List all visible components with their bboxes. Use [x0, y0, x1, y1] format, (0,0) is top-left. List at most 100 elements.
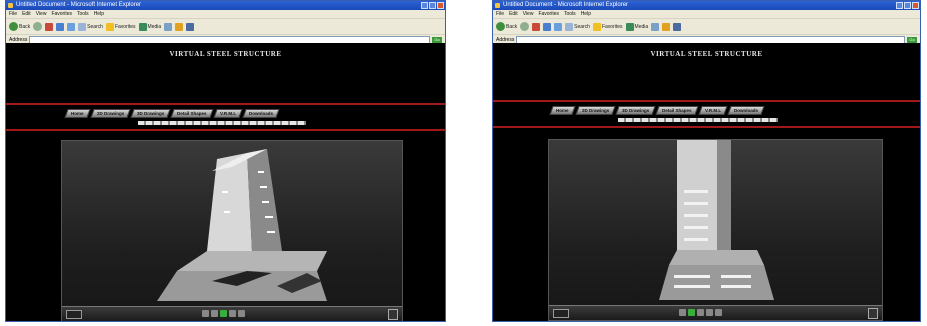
tilt-icon[interactable]	[229, 310, 236, 317]
viewer-controls	[549, 305, 882, 320]
print-icon[interactable]	[186, 22, 195, 31]
viewer-controls	[62, 306, 402, 321]
home-icon[interactable]	[67, 22, 76, 31]
back-button[interactable]: Back	[9, 22, 30, 31]
tab-3d-drawings[interactable]: 3D Drawings	[615, 106, 656, 115]
tab-home[interactable]: Home	[64, 109, 91, 118]
menu-view[interactable]: View	[523, 10, 534, 18]
favorites-icon	[105, 22, 114, 31]
menu-tools[interactable]: Tools	[77, 10, 89, 18]
vrml-viewer[interactable]	[61, 140, 403, 321]
tower-model[interactable]	[549, 140, 882, 306]
go-button[interactable]: Go	[432, 36, 442, 43]
vrml-viewer[interactable]	[548, 139, 883, 321]
menu-help[interactable]: Help	[581, 10, 591, 18]
rotate-icon[interactable]	[238, 310, 245, 317]
search-button[interactable]: Search	[565, 22, 590, 31]
tower-face-right	[717, 140, 731, 250]
tab-vrml[interactable]: V.R.M.L	[212, 109, 243, 118]
maximize-button[interactable]	[904, 2, 911, 9]
pan-icon[interactable]	[211, 310, 218, 317]
favorites-button[interactable]: Favorites	[105, 22, 136, 31]
media-icon	[625, 22, 634, 31]
browser-window-left: Untitled Document - Microsoft Internet E…	[5, 0, 446, 322]
pan-icon[interactable]	[697, 309, 704, 316]
stop-icon[interactable]	[45, 22, 54, 31]
favorites-icon	[592, 22, 601, 31]
tab-2d-drawings[interactable]: 2D Drawings	[574, 106, 616, 115]
red-divider-bottom	[6, 129, 445, 131]
walk-icon[interactable]	[679, 309, 686, 316]
menu-bar: File Edit View Favorites Tools Help	[6, 10, 445, 18]
menu-bar: File Edit View Favorites Tools Help	[493, 10, 920, 18]
toolbar: Back Search Favorites Media	[6, 18, 445, 34]
fullscreen-button[interactable]	[868, 308, 878, 319]
mail-icon[interactable]	[175, 22, 184, 31]
maximize-button[interactable]	[429, 2, 436, 9]
forward-icon[interactable]	[520, 22, 530, 31]
forward-icon[interactable]	[33, 22, 43, 31]
menu-view[interactable]: View	[36, 10, 47, 18]
home-icon[interactable]	[554, 22, 563, 31]
rotate-icon[interactable]	[715, 309, 722, 316]
search-icon	[78, 22, 87, 31]
minimize-button[interactable]	[896, 2, 903, 9]
play-icon[interactable]	[220, 310, 227, 317]
tab-3d-drawings[interactable]: 3D Drawings	[130, 109, 171, 118]
tower-face-left	[207, 153, 252, 251]
search-button[interactable]: Search	[78, 22, 103, 31]
menu-edit[interactable]: Edit	[509, 10, 518, 18]
toolbar: Back Search Favorites Media	[493, 18, 920, 34]
title-bar: Untitled Document - Microsoft Internet E…	[6, 1, 445, 10]
window-title: Untitled Document - Microsoft Internet E…	[16, 2, 142, 8]
tower-model[interactable]	[62, 141, 402, 307]
menu-tools[interactable]: Tools	[564, 10, 576, 18]
back-button[interactable]: Back	[496, 22, 517, 31]
site-title: VIRTUAL STEEL STRUCTURE	[169, 50, 282, 58]
minimize-button[interactable]	[421, 2, 428, 9]
address-label: Address	[9, 36, 28, 43]
print-icon[interactable]	[673, 22, 682, 31]
viewpoint-button[interactable]	[66, 310, 82, 319]
media-button[interactable]: Media	[138, 22, 161, 31]
window-title: Untitled Document - Microsoft Internet E…	[503, 2, 629, 8]
menu-file[interactable]: File	[496, 10, 504, 18]
tab-detail-shapes[interactable]: Detail Shapes	[170, 109, 214, 118]
nav-buttons	[679, 309, 722, 316]
history-icon[interactable]	[164, 22, 173, 31]
ie-icon	[495, 3, 500, 8]
viewpoint-button[interactable]	[553, 309, 569, 318]
back-label: Back	[19, 23, 31, 30]
tab-downloads[interactable]: Downloads	[242, 109, 280, 118]
menu-edit[interactable]: Edit	[22, 10, 31, 18]
stop-icon[interactable]	[532, 22, 541, 31]
tab-downloads[interactable]: Downloads	[727, 106, 765, 115]
favorites-button[interactable]: Favorites	[592, 22, 623, 31]
sub-nav[interactable]	[618, 118, 778, 122]
menu-favorites[interactable]: Favorites	[51, 10, 72, 18]
history-icon[interactable]	[651, 22, 660, 31]
back-icon	[9, 22, 18, 31]
nav-buttons	[202, 310, 245, 317]
walk-icon[interactable]	[202, 310, 209, 317]
tower-plaza	[177, 251, 327, 271]
tab-home[interactable]: Home	[549, 106, 576, 115]
go-button[interactable]: Go	[907, 36, 917, 43]
fullscreen-button[interactable]	[388, 309, 398, 320]
close-button[interactable]	[437, 2, 444, 9]
refresh-icon[interactable]	[56, 22, 65, 31]
mail-icon[interactable]	[662, 22, 671, 31]
menu-favorites[interactable]: Favorites	[538, 10, 559, 18]
tilt-icon[interactable]	[706, 309, 713, 316]
refresh-icon[interactable]	[543, 22, 552, 31]
close-button[interactable]	[912, 2, 919, 9]
tab-2d-drawings[interactable]: 2D Drawings	[89, 109, 131, 118]
title-bar: Untitled Document - Microsoft Internet E…	[493, 1, 920, 10]
sub-nav[interactable]	[138, 121, 306, 125]
media-button[interactable]: Media	[625, 22, 648, 31]
menu-help[interactable]: Help	[94, 10, 104, 18]
play-icon[interactable]	[688, 309, 695, 316]
menu-file[interactable]: File	[9, 10, 17, 18]
tab-vrml[interactable]: V.R.M.L	[697, 106, 728, 115]
tab-detail-shapes[interactable]: Detail Shapes	[655, 106, 699, 115]
